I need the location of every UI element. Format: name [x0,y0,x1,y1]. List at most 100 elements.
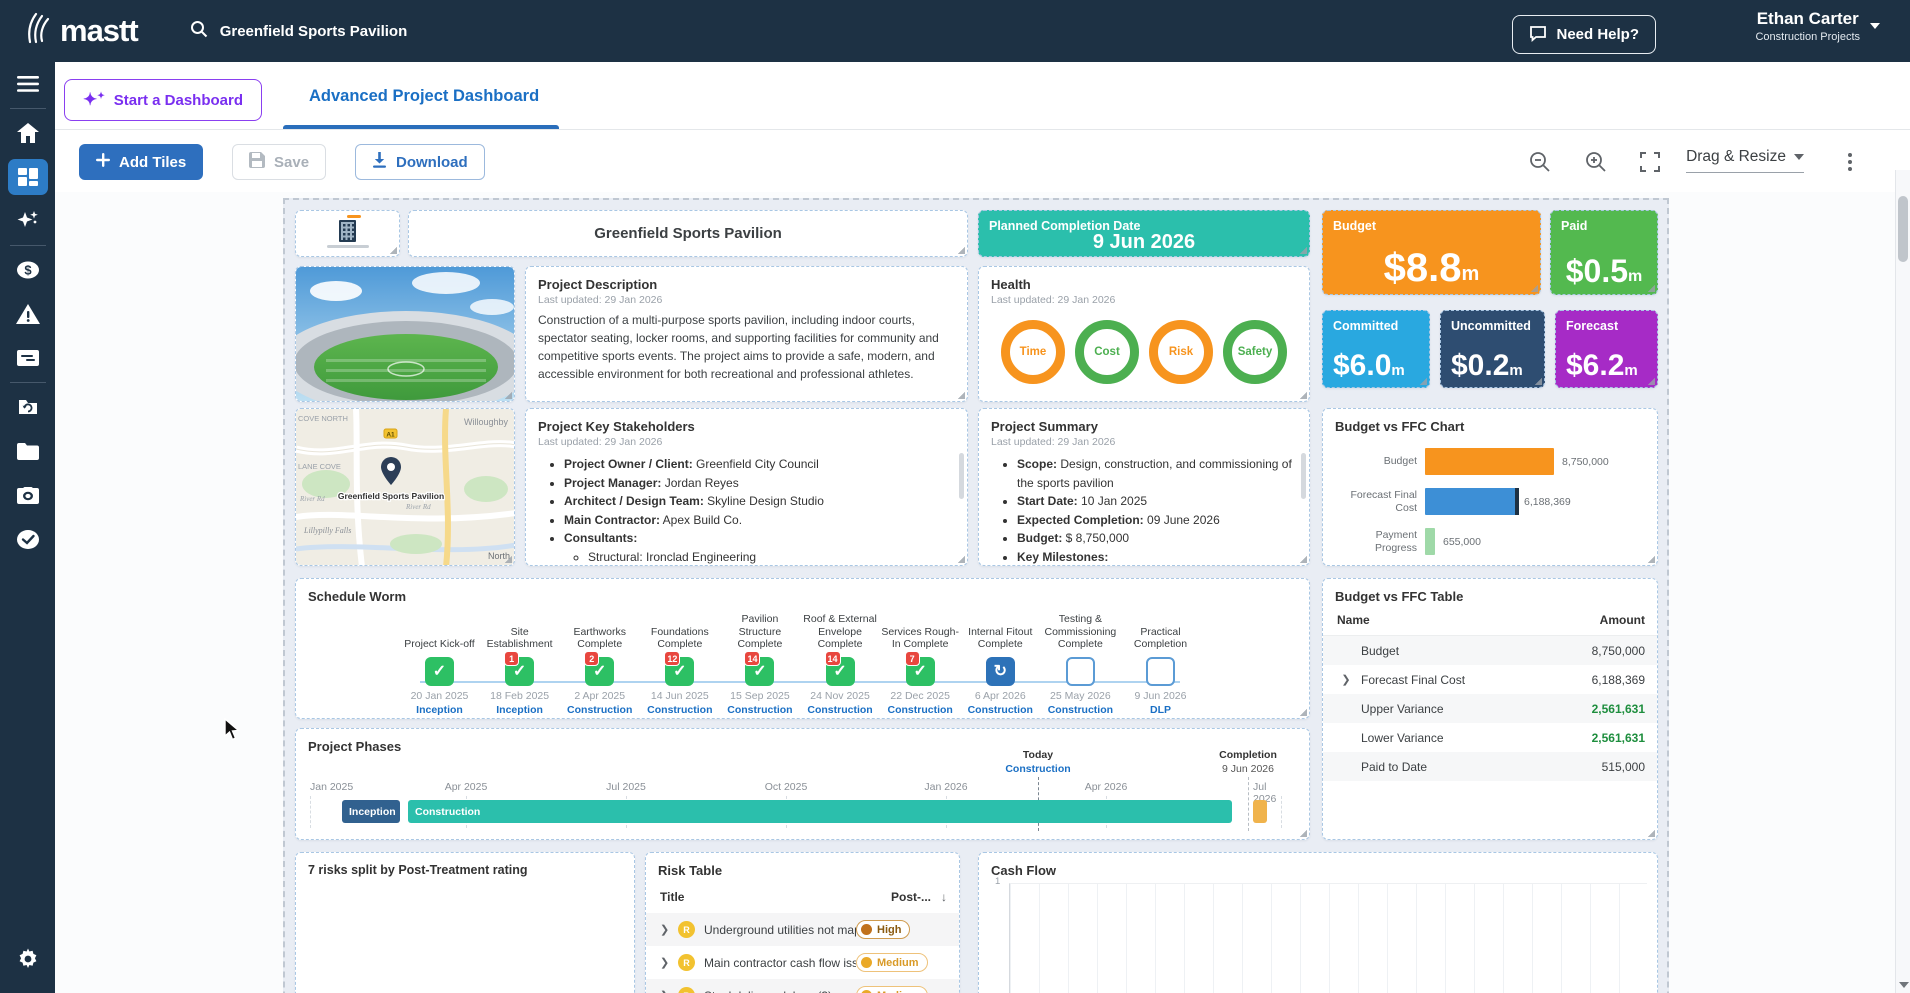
budget-vs-ffc-table-tile[interactable]: Budget vs FFC Table NameAmount Budget 8,… [1322,578,1658,840]
risks-split-chart-tile[interactable]: 7 risks split by Post-Treatment rating [295,852,635,993]
resize-handle[interactable] [1419,377,1427,385]
forecast-kpi-tile[interactable]: Forecast $6.2m [1555,310,1658,388]
menu-icon[interactable] [0,62,55,106]
milestone-pending-icon[interactable] [1066,657,1095,686]
risk-table-tile[interactable]: Risk Table Title Post-... ↓ ❯ R Undergro… [645,852,960,993]
zoom-in-icon[interactable] [1582,148,1610,176]
risk-row[interactable]: ❯ R Main contractor cash flow iss Medium [646,946,959,979]
table-row[interactable]: Paid to Date 515,000 [1323,752,1657,781]
start-a-dashboard-button[interactable]: ✦✦ Start a Dashboard [64,79,262,121]
milestone-alert-badge[interactable]: 2 [584,651,599,666]
resize-handle[interactable] [504,391,512,399]
drag-resize-dropdown[interactable]: Drag & Resize [1686,148,1804,173]
schedule-worm-tile[interactable]: Schedule Worm Project Kick-off ✓ 20 Jan … [295,578,1310,719]
sidebar-item-ai-sparkles[interactable] [0,199,55,243]
milestone-pending-icon[interactable] [1146,657,1175,686]
logo-tile[interactable] [295,210,400,257]
resize-handle[interactable] [504,555,512,563]
milestone-alert-badge[interactable]: 1 [504,651,519,666]
expand-chevron-icon[interactable]: ❯ [660,923,678,936]
scrollbar-down-button[interactable] [1896,977,1910,993]
resize-handle[interactable] [1299,829,1307,837]
table-row[interactable]: Lower Variance 2,561,631 [1323,723,1657,752]
save-button[interactable]: Save [232,144,326,180]
phase-bar[interactable] [1253,800,1267,823]
milestone[interactable]: Practical Completion 9 Jun 2026 DLP [1121,605,1200,716]
sort-descending-icon[interactable]: ↓ [941,890,947,904]
sidebar-item-dashboards[interactable] [0,155,55,199]
budget-kpi-tile[interactable]: Budget $8.8m [1322,210,1541,295]
milestone[interactable]: Foundations Complete 12✓ 14 Jun 2025 Con… [640,605,719,716]
sidebar-item-history[interactable] [0,385,55,429]
milestone[interactable]: Services Rough-In Complete 7✓ 22 Dec 202… [881,605,960,716]
user-menu[interactable]: Ethan Carter Construction Projects [1755,9,1880,43]
need-help-button[interactable]: Need Help? [1512,15,1656,54]
resize-handle[interactable] [957,391,965,399]
resize-handle[interactable] [1299,555,1307,563]
download-button[interactable]: Download [355,144,485,180]
project-description-tile[interactable]: Project Description Last updated: 29 Jan… [525,266,968,402]
risk-row[interactable]: ❯ R Underground utilities not map High [646,913,959,946]
expand-chevron-icon[interactable]: ❯ [660,956,678,969]
tile-scrollbar[interactable] [1301,453,1306,499]
resize-handle[interactable] [389,246,397,254]
project-map-tile[interactable]: A1 Willoughby COVE NORTH LANE COVE River… [295,408,515,566]
milestone-alert-badge[interactable]: 14 [825,651,841,666]
milestone-alert-badge[interactable]: 12 [664,651,680,666]
kebab-menu-icon[interactable] [1838,150,1862,174]
tile-scrollbar[interactable] [959,453,964,499]
resize-handle[interactable] [1530,284,1538,292]
milestone[interactable]: Project Kick-off ✓ 20 Jan 2025 Inception [400,605,479,716]
resize-handle[interactable] [1299,246,1307,254]
planned-completion-tile[interactable]: Planned Completion Date 9 Jun 2026 [978,210,1310,257]
resize-handle[interactable] [1647,555,1655,563]
expand-chevron-icon[interactable]: ❯ [1339,673,1353,686]
milestone[interactable]: Earthworks Complete 2✓ 2 Apr 2025 Constr… [560,605,639,716]
fullscreen-icon[interactable] [1636,148,1664,176]
tab-advanced-project-dashboard[interactable]: Advanced Project Dashboard [283,62,565,130]
sidebar-item-cost[interactable]: $ [0,248,55,292]
mastt-logo[interactable]: mastt [26,12,138,51]
sidebar-item-photos[interactable] [0,473,55,517]
resize-handle[interactable] [1534,377,1542,385]
resize-handle[interactable] [957,246,965,254]
table-row[interactable]: ❯Forecast Final Cost 6,188,369 [1323,665,1657,694]
cash-flow-tile[interactable]: Cash Flow 1 [978,852,1658,993]
project-phases-tile[interactable]: Project Phases Today Construction Comple… [295,728,1310,840]
milestone[interactable]: Site Establishment 1✓ 18 Feb 2025 Incept… [480,605,559,716]
table-row[interactable]: Upper Variance 2,561,631 [1323,694,1657,723]
project-title-tile[interactable]: Greenfield Sports Pavilion [408,210,968,257]
resize-handle[interactable] [1647,284,1655,292]
zoom-out-icon[interactable] [1526,148,1554,176]
resize-handle[interactable] [1647,377,1655,385]
resize-handle[interactable] [1299,391,1307,399]
milestone[interactable]: Roof & External Envelope Complete 14✓ 24… [801,605,880,716]
page-scrollbar[interactable] [1895,170,1910,993]
paid-kpi-tile[interactable]: Paid $0.5m [1550,210,1658,295]
milestone-alert-badge[interactable]: 7 [905,651,920,666]
resize-handle[interactable] [957,555,965,563]
health-tile[interactable]: Health Last updated: 29 Jan 2026 Time Co… [978,266,1310,402]
risk-row[interactable]: ❯ R Steel delivery delays (3) Medium [646,979,959,993]
resize-handle[interactable] [1299,708,1307,716]
milestone[interactable]: Pavilion Structure Complete 14✓ 15 Sep 2… [720,605,799,716]
expand-chevron-icon[interactable]: ❯ [660,989,678,993]
search-input[interactable]: Greenfield Sports Pavilion [220,23,408,40]
milestone[interactable]: Internal Fitout Complete ↻ 6 Apr 2026 Co… [961,605,1040,716]
add-tiles-button[interactable]: Add Tiles [79,144,203,180]
sidebar-item-home[interactable] [0,111,55,155]
project-summary-tile[interactable]: Project Summary Last updated: 29 Jan 202… [978,408,1310,566]
settings-gear-icon[interactable] [0,937,55,981]
sidebar-item-files[interactable] [0,429,55,473]
committed-kpi-tile[interactable]: Committed $6.0m [1322,310,1430,388]
sidebar-item-payments[interactable] [0,336,55,380]
milestone-complete-icon[interactable]: ✓ [425,657,454,686]
budget-vs-ffc-chart-tile[interactable]: Budget vs FFC Chart Budget 8,750,000 For… [1322,408,1658,566]
stadium-photo-tile[interactable] [295,266,515,402]
milestone[interactable]: Testing & Commissioning Complete 25 May … [1041,605,1120,716]
uncommitted-kpi-tile[interactable]: Uncommitted $0.2m [1440,310,1545,388]
stakeholders-tile[interactable]: Project Key Stakeholders Last updated: 2… [525,408,968,566]
sidebar-item-quality[interactable] [0,517,55,561]
milestone-alert-badge[interactable]: 14 [744,651,760,666]
table-row[interactable]: Budget 8,750,000 [1323,636,1657,665]
